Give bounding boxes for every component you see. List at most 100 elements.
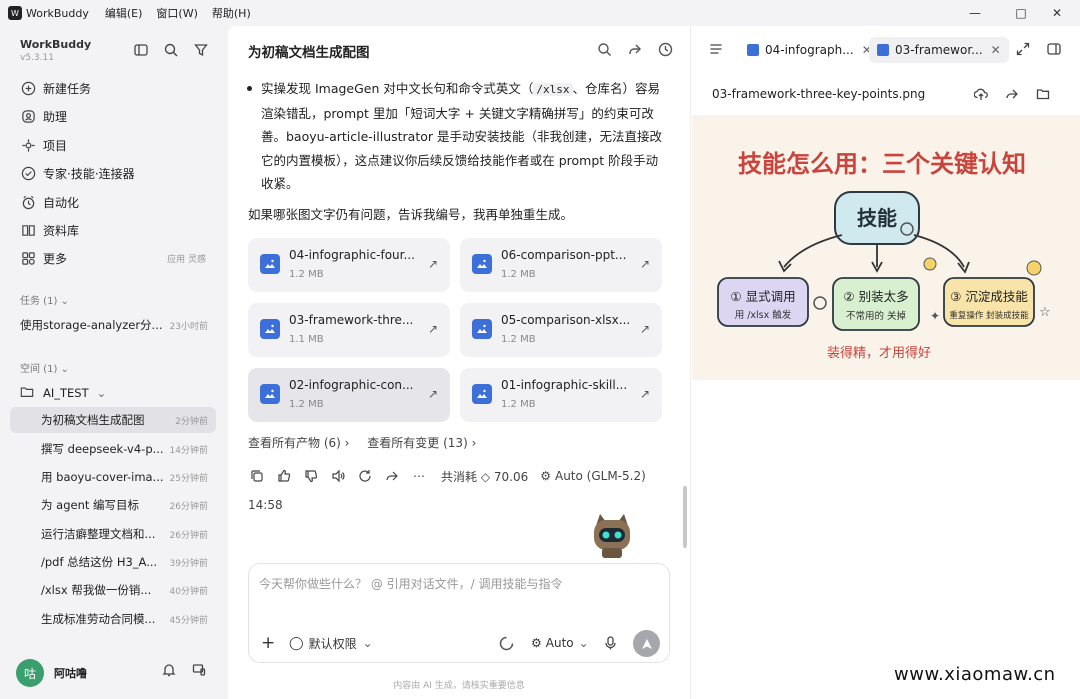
close-icon[interactable]: ✕ bbox=[1034, 0, 1080, 26]
scrollbar[interactable] bbox=[683, 486, 687, 548]
chat-pane: 为初稿文档生成配图 实操发现 ImageGen 对中文长句和命令式英文（/xls… bbox=[228, 26, 690, 699]
file-card[interactable]: 02-infographic-con... 1.2 MB ↗ bbox=[248, 368, 450, 422]
tasks-section-title[interactable]: 任务 (1) ⌄ bbox=[20, 292, 69, 307]
thread-title: 生成标准劳动合同模... bbox=[41, 612, 156, 626]
nav-experts[interactable]: 专家·技能·连接器 bbox=[20, 162, 216, 184]
thread-time: 45分钟前 bbox=[169, 615, 208, 626]
toggle-sidebar-icon[interactable] bbox=[132, 41, 150, 59]
nav-assistant[interactable]: 助理 bbox=[20, 105, 216, 127]
minimize-icon[interactable]: — bbox=[952, 0, 998, 26]
experts-icon bbox=[20, 165, 36, 181]
message-composer[interactable]: 今天帮你做些什么？ @ 引用对话文件，/ 调用技能与指令 + ◯ 默认权限 ⌄ … bbox=[248, 563, 670, 663]
file-card[interactable]: 06-comparison-ppt... 1.2 MB ↗ bbox=[460, 238, 662, 292]
list-icon[interactable] bbox=[707, 40, 725, 58]
history-icon[interactable] bbox=[656, 40, 674, 58]
mode-label: Auto bbox=[545, 636, 574, 650]
expand-icon[interactable] bbox=[1014, 40, 1032, 58]
file-name: 03-framework-thre... bbox=[289, 313, 414, 327]
nav-library[interactable]: 资料库 bbox=[20, 219, 216, 241]
brand: WorkBuddy v5.3.11 bbox=[20, 38, 91, 63]
plus-circle-icon bbox=[20, 80, 36, 96]
thread-item[interactable]: /xlsx 帮我做一份销... 40分钟前 bbox=[10, 577, 216, 603]
send-button[interactable] bbox=[633, 630, 660, 657]
search-icon[interactable] bbox=[595, 40, 613, 58]
bell-icon[interactable] bbox=[160, 661, 178, 679]
thread-item[interactable]: 为初稿文档生成配图 2分钟前 bbox=[10, 407, 216, 433]
share-icon[interactable] bbox=[383, 467, 401, 485]
preview-tab[interactable]: 04-infograph... ✕ bbox=[739, 37, 880, 63]
box-1-title: ① 显式调用 bbox=[730, 289, 795, 304]
nav-more[interactable]: 更多 应用 灵感 bbox=[20, 247, 216, 269]
devices-icon[interactable] bbox=[190, 661, 208, 679]
open-external-icon[interactable]: ↗ bbox=[640, 387, 650, 401]
thread-title: 为 agent 编写目标 bbox=[41, 498, 140, 512]
thread-item[interactable]: 生成标准劳动合同模... 45分钟前 bbox=[10, 606, 216, 632]
open-external-icon[interactable]: ↗ bbox=[428, 322, 438, 336]
thumbs-down-icon[interactable] bbox=[302, 467, 320, 485]
menu-help[interactable]: 帮助(H) bbox=[212, 5, 251, 21]
loading-spinner-icon bbox=[499, 632, 514, 654]
view-outputs-link[interactable]: 查看所有产物 (6) › bbox=[248, 436, 349, 450]
open-external-icon[interactable]: ↗ bbox=[640, 322, 650, 336]
thread-item[interactable]: 为 agent 编写目标 26分钟前 bbox=[10, 492, 216, 518]
toggle-panel-icon[interactable] bbox=[1045, 40, 1063, 58]
file-card[interactable]: 01-infographic-skill... 1.2 MB ↗ bbox=[460, 368, 662, 422]
arrow-up-icon bbox=[641, 638, 652, 649]
thumbs-up-icon[interactable] bbox=[275, 467, 293, 485]
speaker-icon[interactable] bbox=[329, 467, 347, 485]
preview-image: 技能怎么用：三个关键认知 技能 ① 显式调用 用 /xlsx 触发 ② 别装太多… bbox=[692, 115, 1080, 380]
file-card[interactable]: 05-comparison-xlsx... 1.2 MB ↗ bbox=[460, 303, 662, 357]
nav-project[interactable]: 项目 bbox=[20, 134, 216, 156]
image-file-icon bbox=[260, 384, 280, 404]
task-title: 使用storage-analyzer分... bbox=[20, 318, 163, 332]
folder-icon[interactable] bbox=[1034, 85, 1052, 103]
mode-icon: ⚙ bbox=[531, 636, 542, 650]
menu-window[interactable]: 窗口(W) bbox=[156, 5, 197, 21]
mode-selector[interactable]: ⚙ Auto ⌄ bbox=[531, 632, 589, 654]
add-attachment-icon[interactable]: + bbox=[261, 632, 275, 654]
app-logo-icon: W bbox=[8, 6, 22, 20]
nav-label: 更多 bbox=[43, 251, 68, 266]
view-changes-link[interactable]: 查看所有变更 (13) › bbox=[367, 436, 476, 450]
thread-time: 2分钟前 bbox=[175, 416, 208, 427]
open-external-icon[interactable]: ↗ bbox=[640, 257, 650, 271]
more-icon[interactable]: ⋯ bbox=[410, 467, 428, 485]
file-card[interactable]: 03-framework-thre... 1.1 MB ↗ bbox=[248, 303, 450, 357]
microphone-icon[interactable] bbox=[604, 632, 617, 654]
preview-tab-active[interactable]: 03-framewor... ✕ bbox=[869, 37, 1009, 63]
permission-selector[interactable]: ◯ 默认权限 ⌄ bbox=[289, 632, 373, 654]
nav-new-task[interactable]: 新建任务 bbox=[20, 77, 216, 99]
regenerate-icon[interactable] bbox=[356, 467, 374, 485]
close-tab-icon[interactable]: ✕ bbox=[991, 43, 1001, 57]
menu-edit[interactable]: 编辑(E) bbox=[105, 5, 143, 21]
message-actions: ⋯ 共消耗 ◇ 70.06 ⚙ Auto (GLM-5.2) bbox=[248, 466, 646, 486]
space-section-title[interactable]: 空间 (1) ⌄ bbox=[20, 360, 69, 375]
upload-icon[interactable] bbox=[972, 85, 990, 103]
chevron-down-icon: ⌄ bbox=[60, 364, 69, 375]
file-card[interactable]: 04-infographic-four... 1.2 MB ↗ bbox=[248, 238, 450, 292]
app-name: WorkBuddy bbox=[26, 6, 89, 20]
filter-icon[interactable] bbox=[192, 41, 210, 59]
nav-label: 专家·技能·连接器 bbox=[43, 166, 135, 181]
folder-icon bbox=[20, 385, 36, 402]
share-icon[interactable] bbox=[625, 40, 643, 58]
open-external-icon[interactable]: ↗ bbox=[428, 257, 438, 271]
thread-item[interactable]: 撰写 deepseek-v4-p... 14分钟前 bbox=[10, 436, 216, 462]
task-item[interactable]: 使用storage-analyzer分... 23小时前 bbox=[10, 312, 216, 338]
thread-item[interactable]: /pdf 总结这份 H3_A... 39分钟前 bbox=[10, 549, 216, 575]
search-icon[interactable] bbox=[162, 41, 180, 59]
brand-name: WorkBuddy bbox=[20, 38, 92, 51]
thread-item[interactable]: 用 baoyu-cover-ima... 25分钟前 bbox=[10, 464, 216, 490]
user-profile[interactable]: 咕 阿咕噜 bbox=[16, 659, 87, 687]
open-external-icon[interactable]: ↗ bbox=[428, 387, 438, 401]
copy-icon[interactable] bbox=[248, 467, 266, 485]
thread-title: 撰写 deepseek-v4-p... bbox=[41, 442, 164, 456]
tab-label: 03-framewor... bbox=[895, 43, 983, 57]
share-icon[interactable] bbox=[1003, 85, 1021, 103]
star-icon: ☆ bbox=[1039, 305, 1051, 320]
project-folder[interactable]: AI_TEST ⌄ bbox=[20, 382, 106, 404]
thread-item[interactable]: 运行洁癖整理文档和... 26分钟前 bbox=[10, 521, 216, 547]
bullet-paragraph: 实操发现 ImageGen 对中文长句和命令式英文（/xlsx 、仓库名）容易渲染… bbox=[247, 77, 666, 196]
message-timestamp: 14:58 bbox=[248, 498, 283, 512]
nav-automation[interactable]: 自动化 bbox=[20, 191, 216, 213]
